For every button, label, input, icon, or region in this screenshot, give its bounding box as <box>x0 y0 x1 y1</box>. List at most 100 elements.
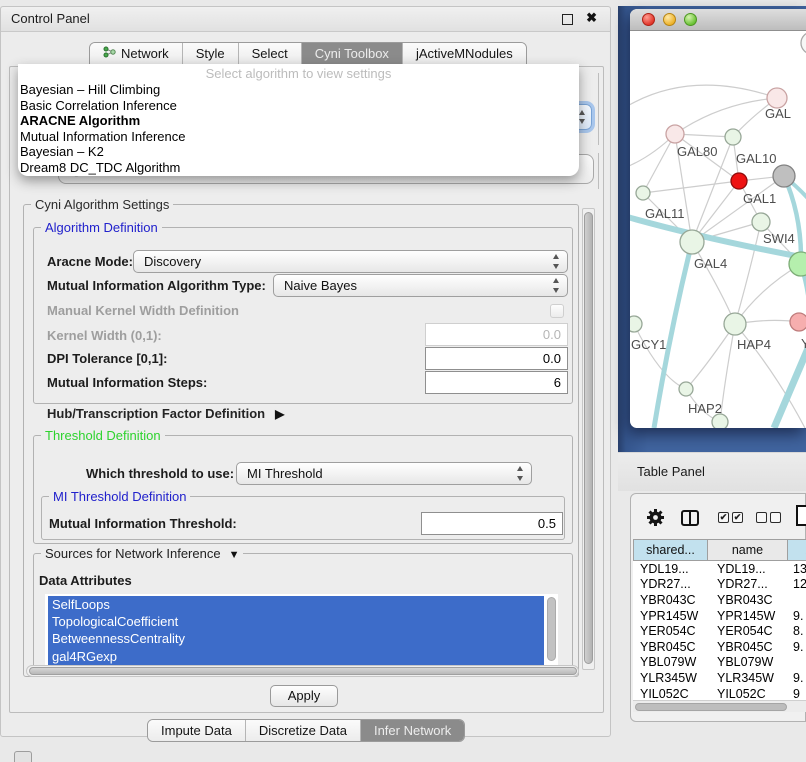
checked-checkbox-icon[interactable]: ✔ <box>732 512 743 523</box>
close-panel-icon[interactable]: ✖ <box>586 10 597 26</box>
sources-title[interactable]: Sources for Network Inference▼ <box>41 546 243 563</box>
combo-spinner-icon <box>550 277 564 294</box>
group-title: MI Threshold Definition <box>49 489 190 504</box>
list-scrollbar-thumb[interactable] <box>547 597 556 661</box>
scrollbar-thumb[interactable] <box>635 703 787 711</box>
network-edge[interactable] <box>654 242 692 428</box>
which-threshold-select[interactable]: MI Threshold <box>236 462 532 485</box>
network-edge[interactable] <box>643 181 739 193</box>
network-node-hap2[interactable] <box>679 382 693 396</box>
network-canvas[interactable]: GALGAL80GAL10GAL1GAL11GAL4SWI4GCY1HAP4YH… <box>630 31 806 428</box>
network-node[interactable] <box>801 32 806 54</box>
tab-network[interactable]: Network <box>90 43 182 64</box>
algorithm-option-basic-correlation-inference[interactable]: Basic Correlation Inference <box>18 98 579 114</box>
column-header-shared[interactable]: shared... <box>633 539 708 561</box>
table-row[interactable]: YIL052CYIL052C9 <box>633 686 806 700</box>
aracne-mode-value: Discovery <box>144 254 201 269</box>
split-columns-icon[interactable] <box>681 510 699 526</box>
mi-algorithm-type-label: Mutual Information Algorithm Type: <box>47 278 266 293</box>
group-title: Threshold Definition <box>41 428 165 443</box>
tab-label: jActiveMNodules <box>416 46 513 61</box>
table-body: YDL19...YDL19...13YDR27...YDR27...12YBR0… <box>633 561 806 700</box>
mi-algorithm-type-select[interactable]: Naive Bayes <box>273 274 568 297</box>
algorithm-option-dream8-dc-tdc-algorithm[interactable]: Dream8 DC_TDC Algorithm <box>18 160 579 176</box>
network-edge[interactable] <box>675 98 777 134</box>
scrollbar-thumb[interactable] <box>584 212 593 664</box>
table-row[interactable]: YLR345WYLR345W9. <box>633 670 806 686</box>
attribute-item-gal4rgexp[interactable]: gal4RGexp <box>48 648 544 665</box>
network-edge[interactable] <box>692 242 735 324</box>
zoom-window-icon[interactable] <box>684 13 697 26</box>
scrollbar-thumb[interactable] <box>29 667 577 675</box>
column-header-a[interactable]: A <box>788 539 806 561</box>
network-node[interactable] <box>712 414 728 428</box>
network-node-y[interactable] <box>790 313 806 331</box>
network-node-gal11[interactable] <box>636 186 650 200</box>
network-node-gal[interactable] <box>767 88 787 108</box>
manual-kernel-width-checkbox[interactable] <box>550 304 564 318</box>
network-edge[interactable] <box>735 222 761 324</box>
table-row[interactable]: YDL19...YDL19...13 <box>633 561 806 577</box>
apply-button[interactable]: Apply <box>270 685 338 707</box>
unchecked-checkbox-icon[interactable] <box>756 512 767 523</box>
tab-impute-data[interactable]: Impute Data <box>148 720 245 741</box>
attribute-item-topologicalcoefficient[interactable]: TopologicalCoefficient <box>48 613 544 630</box>
network-node-swi4[interactable] <box>789 252 806 276</box>
attribute-item-selfloops[interactable]: SelfLoops <box>48 596 544 613</box>
network-edge[interactable] <box>720 324 735 422</box>
gear-icon[interactable] <box>646 508 665 527</box>
table-row[interactable]: YDR27...YDR27...12 <box>633 577 806 593</box>
network-edge[interactable] <box>686 324 735 389</box>
table-row[interactable]: YBL079WYBL079W <box>633 655 806 671</box>
network-node[interactable] <box>731 173 747 189</box>
aracne-mode-select[interactable]: Discovery <box>133 250 568 273</box>
tab-infer-network[interactable]: Infer Network <box>360 720 464 741</box>
minimize-window-icon[interactable] <box>663 13 676 26</box>
network-node-gcy1[interactable] <box>630 316 642 332</box>
dpi-tolerance-field[interactable]: 0.0 <box>425 347 568 370</box>
network-node-gal10[interactable] <box>725 129 741 145</box>
settings-horizontal-scrollbar[interactable] <box>26 665 579 677</box>
checked-checkbox-icon[interactable]: ✔ <box>718 512 729 523</box>
manual-kernel-width-label: Manual Kernel Width Definition <box>47 303 239 318</box>
table-row[interactable]: YBR045CYBR045C9. <box>633 639 806 655</box>
combo-spinner-icon <box>514 465 528 482</box>
tab-discretize-data[interactable]: Discretize Data <box>245 720 360 741</box>
table-row[interactable]: YBR043CYBR043C <box>633 592 806 608</box>
close-window-icon[interactable] <box>642 13 655 26</box>
table-horizontal-scrollbar[interactable] <box>633 700 806 712</box>
tab-jactivemnodules[interactable]: jActiveMNodules <box>402 43 526 64</box>
network-edge[interactable] <box>735 264 801 324</box>
algorithm-option-aracne-algorithm[interactable]: ARACNE Algorithm <box>18 113 579 129</box>
float-window-icon[interactable] <box>562 14 573 25</box>
network-node[interactable] <box>773 165 795 187</box>
network-edge[interactable] <box>630 85 777 108</box>
mi-threshold-field[interactable]: 0.5 <box>421 512 563 535</box>
network-edge[interactable] <box>643 134 675 193</box>
network-node-gal80[interactable] <box>666 125 684 143</box>
network-node-gal1[interactable] <box>752 213 770 231</box>
network-node-hap4[interactable] <box>724 313 746 335</box>
network-window[interactable]: GALGAL80GAL10GAL1GAL11GAL4SWI4GCY1HAP4YH… <box>630 9 806 428</box>
kernel-width-field[interactable]: 0.0 <box>425 323 568 346</box>
document-icon[interactable] <box>796 505 806 526</box>
panel-corner-button[interactable] <box>14 751 32 762</box>
tab-style[interactable]: Style <box>182 43 238 64</box>
network-window-titlebar[interactable] <box>630 9 806 31</box>
tab-select[interactable]: Select <box>238 43 301 64</box>
unchecked-checkbox-icon[interactable] <box>770 512 781 523</box>
table-row[interactable]: YER054CYER054C8. <box>633 623 806 639</box>
hub-definition-expander[interactable]: Hub/Transcription Factor Definition▶ <box>47 406 284 421</box>
tab-cyni-toolbox[interactable]: Cyni Toolbox <box>301 43 402 64</box>
attribute-item-betweennesscentrality[interactable]: BetweennessCentrality <box>48 630 544 647</box>
control-panel-window: Control Panel ✖ gal-filtered.sif default… <box>0 6 611 737</box>
algorithm-option-bayesian-k2[interactable]: Bayesian – K2 <box>18 144 579 160</box>
column-header-name[interactable]: name <box>708 539 788 561</box>
algorithm-option-mutual-information-inference[interactable]: Mutual Information Inference <box>18 129 579 145</box>
network-node-gal4[interactable] <box>680 230 704 254</box>
algorithm-option-bayesian-hill-climbing[interactable]: Bayesian – Hill Climbing <box>18 82 579 98</box>
mi-steps-field[interactable]: 6 <box>425 371 568 394</box>
table-row[interactable]: YPR145WYPR145W9. <box>633 608 806 624</box>
table-cell: YBR043C <box>633 592 708 608</box>
settings-vertical-scrollbar[interactable] <box>582 208 595 670</box>
